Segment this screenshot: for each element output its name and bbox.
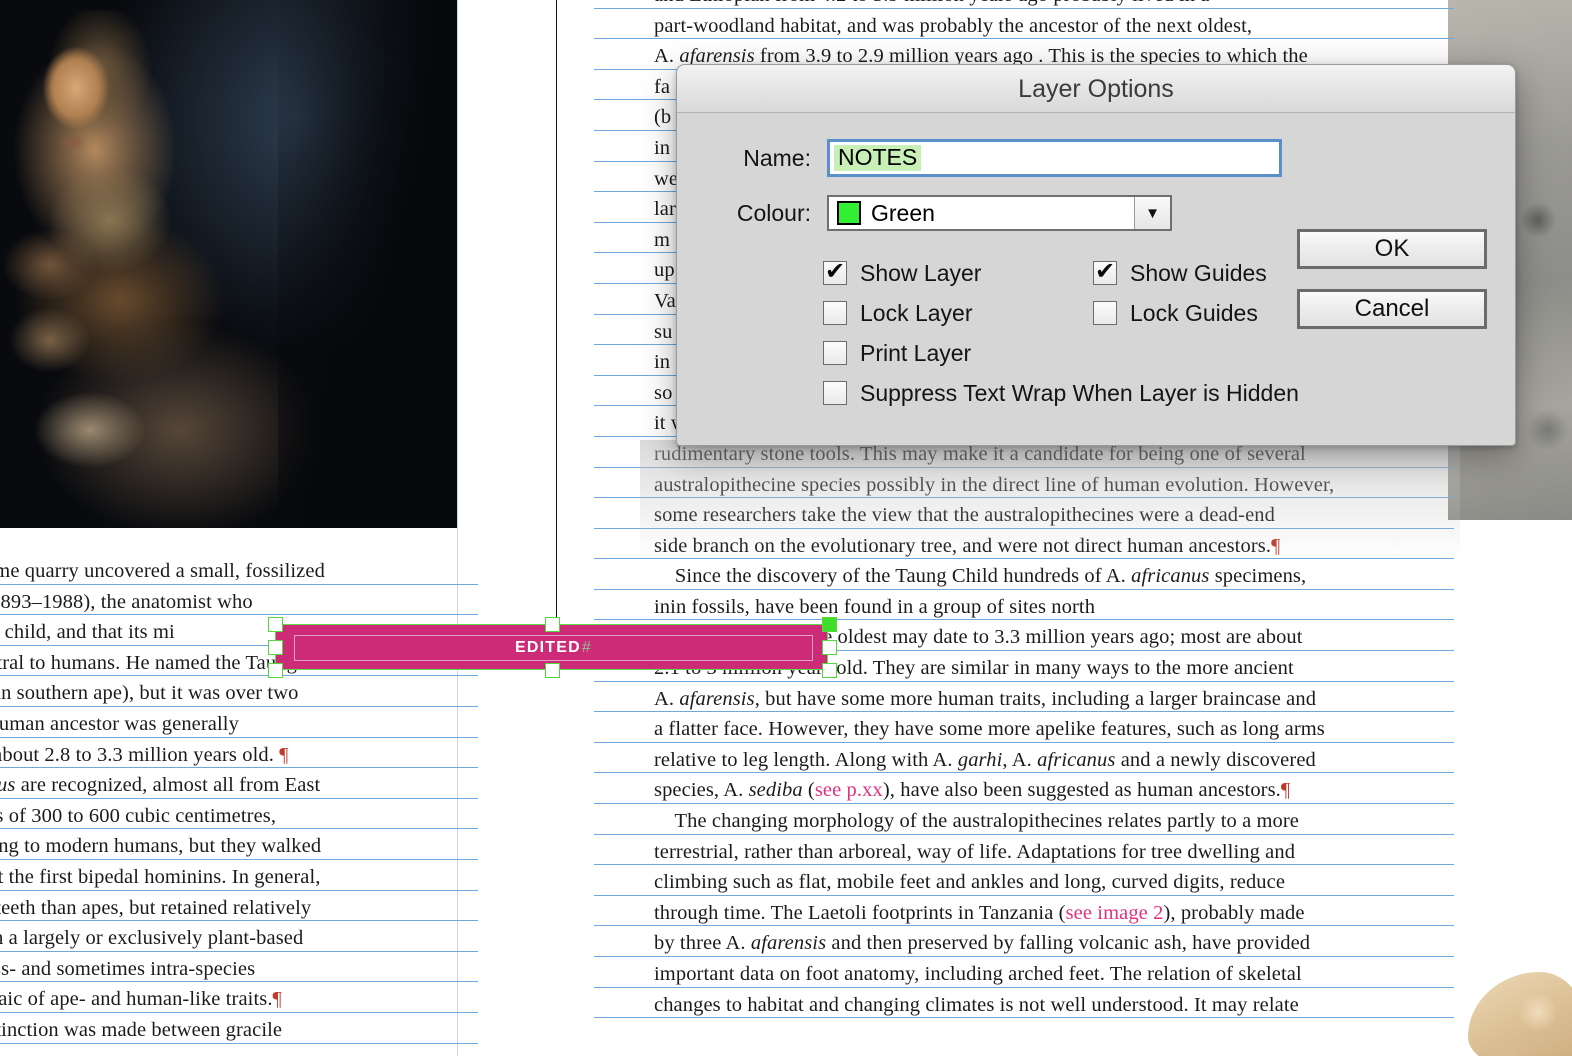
layer-name-input[interactable]: NOTES [827,139,1282,177]
handle-bottom-right[interactable] [822,663,837,678]
checkbox-label: Show Guides [1130,259,1267,286]
handle-bottom-left[interactable] [268,663,283,678]
text-line: some researchers take the view that the … [594,500,1454,531]
text-line: terrestrial, rather than arboreal, way o… [594,837,1454,868]
text-line: (African southern ape), but it was over … [0,678,478,709]
dialog-body: Name: NOTES Colour: Green ▼ Show Layer Lo… [677,113,1515,406]
pilcrow-mark: ¶ [279,743,289,766]
text-line: ably not the first bipedal hominins. In … [0,862,478,893]
cross-reference[interactable]: see image 2 [1066,902,1164,924]
text-line: ssible human ancestor was generally [0,709,478,740]
edited-frame-inner: EDITED # [294,635,813,661]
text-line: changes to habitat and changing climates… [594,990,1454,1021]
pilcrow-mark: ¶ [1271,534,1281,557]
pilcrow-mark: ¶ [272,988,282,1011]
checkbox-label: Print Layer [860,339,972,366]
document-window: rican lime quarry uncovered a small, fos… [0,0,1572,1056]
text-line: important data on foot anatomy, includin… [594,959,1454,990]
checkbox-suppress-text-wrap-when-layer-is-hidden[interactable]: Suppress Text Wrap When Layer is Hidden [823,373,1299,413]
handle-top-right[interactable] [822,617,837,632]
hominin-figure [0,10,240,510]
checkbox-print-layer[interactable]: Print Layer [823,333,1093,373]
column-spine-guide [556,0,558,678]
checkbox-icon[interactable] [823,381,847,405]
text-line: foods in a largely or exclusively plant-… [0,923,478,954]
text-line: A. afarensis, but have some more human t… [594,684,1454,715]
checkbox-row-wide: Suppress Text Wrap When Layer is Hidden [823,373,1299,413]
checkbox-label: Lock Guides [1130,299,1258,326]
text-line: side branch on the evolutionary tree, an… [594,531,1454,562]
text-line: canine teeth than apes, but retained rel… [0,893,478,924]
dialog-buttons: OK Cancel [1297,229,1487,349]
ok-button[interactable]: OK [1297,229,1487,269]
checkbox-show-layer[interactable]: Show Layer [823,253,1093,293]
text-line: by three A. afarensis and then preserved… [594,928,1454,959]
handle-top-left[interactable] [268,617,283,632]
handle-middle-left[interactable] [268,640,283,655]
text-line: and Ethiopian from 4.2 to 3.9 million ye… [594,0,1454,11]
text-line: belonging to modern humans, but they wal… [0,831,478,862]
colour-field-row: Colour: Green ▼ [705,195,1487,231]
text-line: ll brains of 300 to 600 cubic centimetre… [0,801,478,832]
handle-top-center[interactable] [545,617,560,632]
text-end-mark: # [581,639,592,656]
checkbox-icon[interactable] [823,301,847,325]
name-field-row: Name: NOTES [705,139,1487,177]
layer-options-dialog: Layer Options Name: NOTES Colour: Green … [676,64,1516,446]
dialog-title: Layer Options [677,65,1515,113]
text-line: opithecus are recognized, almost all fro… [0,770,478,801]
text-line: through time. The Laetoli footprints in … [594,898,1454,929]
hominin-reconstruction-photo[interactable] [0,0,458,528]
text-line: key distinction was made between gracile [0,1015,478,1046]
colour-label: Colour: [736,199,811,226]
checkmark-icon[interactable] [823,257,847,285]
text-line: a flatter face. However, they have some … [594,714,1454,745]
checkbox-label: Show Layer [860,259,982,286]
text-line: The changing morphology of the australop… [594,806,1454,837]
checkmark-icon[interactable] [1093,257,1117,285]
text-line: t to be about 2.8 to 3.3 million years o… [0,740,478,771]
photo-shadow [278,0,458,528]
selected-text-frame[interactable]: EDITED # [268,617,837,678]
text-line: inin fossils, have been found in a group… [594,592,1454,623]
checkbox-lock-layer[interactable]: Lock Layer [823,293,1093,333]
checkbox-label: Lock Layer [860,299,973,326]
checkbox-icon[interactable] [823,341,847,365]
cross-reference[interactable]: see p.xx [815,779,883,801]
pilcrow-mark: ¶ [1280,779,1291,802]
text-line: rican lime quarry uncovered a small, fos… [0,556,478,587]
text-line: part-woodland habitat, and was probably … [594,11,1454,42]
colour-swatch [837,201,861,225]
text-line: ble cross- and sometimes intra-species [0,954,478,985]
text-line: relative to leg length. Along with A. ga… [594,745,1454,776]
name-label: Name: [743,144,811,171]
chevron-down-icon[interactable]: ▼ [1134,197,1170,229]
colour-value: Green [871,199,935,226]
text-line: Dart (1893–1988), the anatomist who [0,587,478,618]
cancel-button[interactable]: Cancel [1297,289,1487,329]
checkbox-icon[interactable] [1093,301,1117,325]
layer-name-value: NOTES [834,145,922,171]
layer-colour-select[interactable]: Green ▼ [827,195,1172,231]
handle-bottom-center[interactable] [545,663,560,678]
text-line: species, A. sediba (see p.xx), have also… [594,775,1454,806]
text-line: Since the discovery of the Taung Child h… [594,561,1454,592]
checkbox-label: Suppress Text Wrap When Layer is Hidden [860,379,1299,406]
text-line: climbing such as flat, mobile feet and a… [594,867,1454,898]
handle-middle-right[interactable] [822,640,837,655]
text-line: australopithecine species possibly in th… [594,470,1454,501]
text-line: s a mosaic of ape- and human-like traits… [0,984,478,1015]
checkbox-column-left: Show Layer Lock Layer Print Layer [823,253,1093,373]
edited-frame-label: EDITED [515,639,581,656]
